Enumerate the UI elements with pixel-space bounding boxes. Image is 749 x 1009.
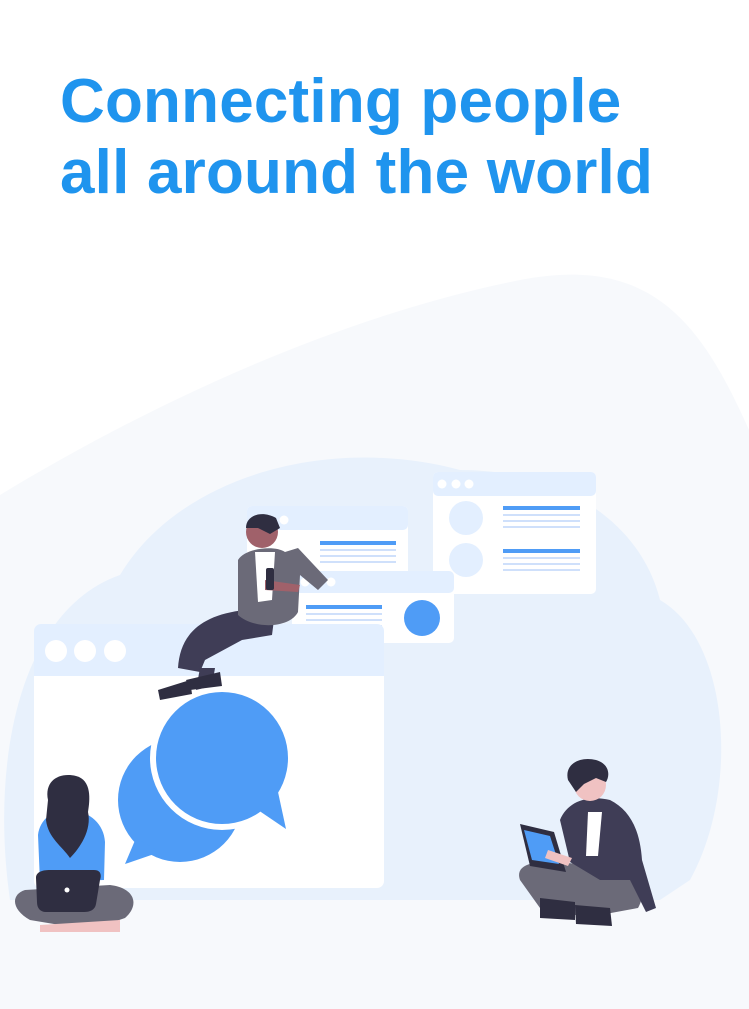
profile-card-top-right — [433, 472, 596, 594]
laptop-icon — [36, 870, 101, 912]
connecting-people-illustration — [0, 274, 749, 1009]
